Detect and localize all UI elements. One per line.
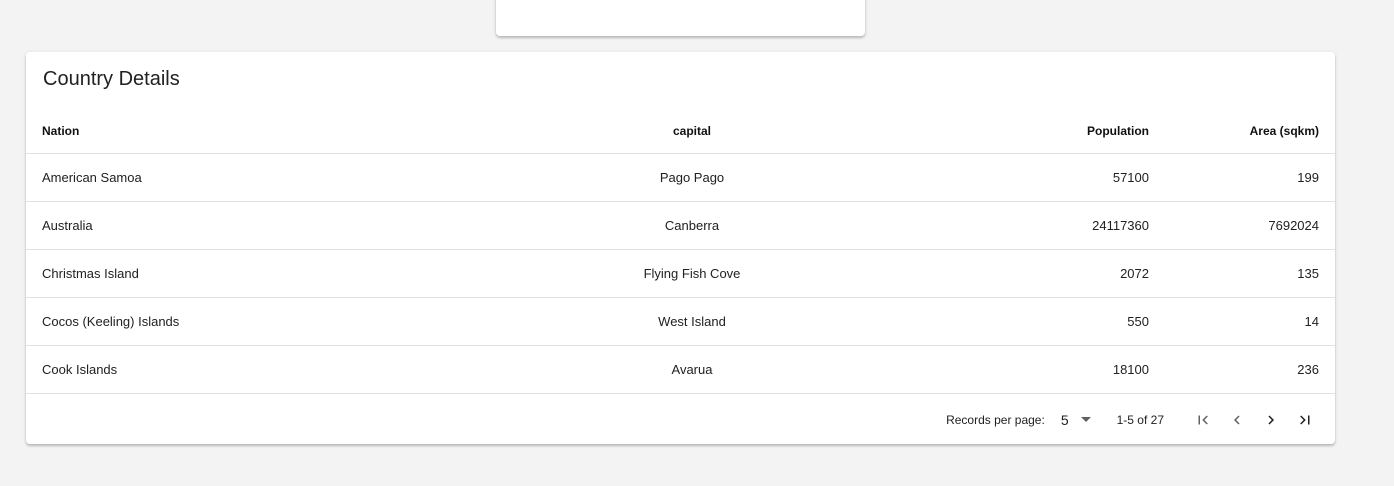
column-header-area: Area (sqkm) [1165, 109, 1335, 154]
country-details-card: Country Details Nation capital Populatio… [26, 52, 1335, 444]
previous-page-button[interactable] [1220, 403, 1254, 437]
first-page-button[interactable] [1186, 403, 1220, 437]
cell-area: 236 [1165, 345, 1335, 394]
column-header-nation: Nation [26, 109, 451, 154]
cell-capital: West Island [451, 297, 933, 346]
cell-nation: Cocos (Keeling) Islands [26, 297, 451, 346]
range-label: 1-5 of 27 [1116, 412, 1164, 427]
last-page-icon [1300, 415, 1310, 424]
table-row: American Samoa Pago Pago 57100 199 [26, 153, 1335, 202]
card-title: Country Details [43, 68, 180, 90]
first-page-icon [1198, 415, 1208, 424]
last-page-button[interactable] [1288, 403, 1322, 437]
cell-area: 7692024 [1165, 201, 1335, 250]
cell-capital: Pago Pago [451, 153, 933, 202]
dropdown-arrow-icon [1080, 417, 1091, 422]
table-header-row: Nation capital Population Area (sqkm) [26, 109, 1335, 154]
cell-population: 24117360 [933, 201, 1165, 250]
previous-page-icon [1234, 415, 1240, 424]
next-page-button[interactable] [1254, 403, 1288, 437]
paginator: Records per page: 5 1-5 of 27 [26, 395, 1335, 444]
cell-capital: Canberra [451, 201, 933, 250]
column-header-capital: capital [451, 109, 933, 154]
cell-capital: Avarua [451, 345, 933, 394]
cell-nation: American Samoa [26, 153, 451, 202]
cell-nation: Christmas Island [26, 249, 451, 298]
column-header-population: Population [933, 109, 1165, 154]
table-row: Cocos (Keeling) Islands West Island 550 … [26, 297, 1335, 346]
cell-population: 57100 [933, 153, 1165, 202]
table-row: Cook Islands Avarua 18100 236 [26, 345, 1335, 394]
cell-population: 18100 [933, 345, 1165, 394]
country-table: Nation capital Population Area (sqkm) Am… [26, 109, 1335, 394]
page-navigation [1186, 403, 1322, 437]
cell-capital: Flying Fish Cove [451, 249, 933, 298]
cell-nation: Australia [26, 201, 451, 250]
records-per-page-value: 5 [1060, 411, 1069, 428]
cell-area: 199 [1165, 153, 1335, 202]
top-card [496, 0, 865, 36]
table-row: Christmas Island Flying Fish Cove 2072 1… [26, 249, 1335, 298]
cell-area: 135 [1165, 249, 1335, 298]
cell-area: 14 [1165, 297, 1335, 346]
records-per-page-select[interactable]: 5 [1061, 412, 1091, 428]
records-per-page-label: Records per page: [946, 412, 1045, 427]
cell-population: 550 [933, 297, 1165, 346]
cell-population: 2072 [933, 249, 1165, 298]
table-row: Australia Canberra 24117360 7692024 [26, 201, 1335, 250]
cell-nation: Cook Islands [26, 345, 451, 394]
next-page-icon [1268, 415, 1274, 424]
